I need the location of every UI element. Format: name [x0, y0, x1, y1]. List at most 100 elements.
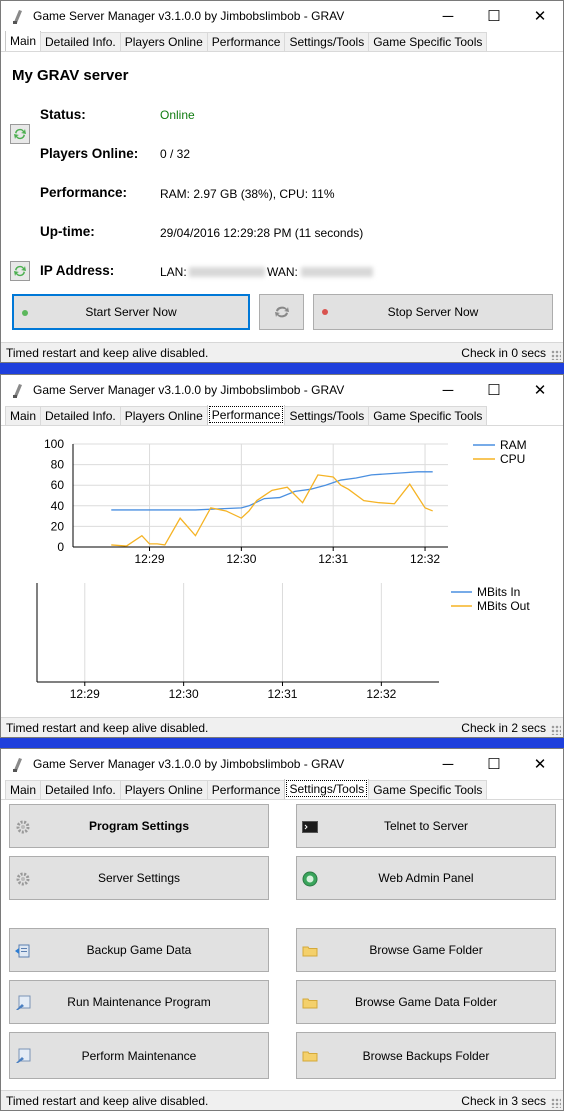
close-icon[interactable]: ✕: [517, 1, 563, 31]
tab-settings-tools[interactable]: Settings/Tools: [284, 778, 370, 799]
backup-icon: [15, 944, 30, 958]
resize-grip-icon[interactable]: [551, 350, 561, 360]
program-settings-label: Program Settings: [88, 819, 190, 833]
server-name: My GRAV server: [12, 67, 129, 84]
y-tick-label: 20: [51, 519, 65, 533]
y-tick-label: 80: [51, 458, 65, 472]
minimize-icon[interactable]: ─: [425, 749, 471, 779]
terminal-icon: [302, 821, 318, 833]
gear-icon: [16, 872, 30, 886]
run-maintenance-program-button[interactable]: Run Maintenance Program: [9, 980, 269, 1024]
uptime-label: Up-time:: [40, 224, 95, 239]
legend-label: MBits In: [477, 585, 520, 599]
browse-game-data-folder-button[interactable]: Browse Game Data Folder: [296, 980, 556, 1024]
tab-performance[interactable]: Performance: [206, 404, 286, 425]
refresh-ip-icon[interactable]: [10, 261, 30, 281]
program-settings-button[interactable]: Program Settings: [9, 804, 269, 848]
wan-address-redacted: [301, 267, 373, 277]
title-bar: Game Server Manager v3.1.0.0 by Jimbobsl…: [1, 749, 563, 779]
performance-value: RAM: 2.97 GB (38%), CPU: 11%: [160, 187, 335, 201]
y-tick-label: 100: [44, 437, 64, 451]
players-value: 0 / 32: [160, 147, 191, 161]
network-chart: 12:29 12:30 12:31 12:32 MBits InMBits Out: [36, 583, 530, 701]
resize-grip-icon[interactable]: [551, 725, 561, 735]
tab-main[interactable]: Main: [5, 406, 42, 425]
maintenance-icon: [16, 995, 31, 1010]
minimize-icon[interactable]: ─: [425, 1, 471, 31]
browse-game-data-folder-label: Browse Game Data Folder: [354, 995, 498, 1009]
status-value: Online: [160, 108, 195, 122]
status-bar: Timed restart and keep alive disabled. C…: [1, 342, 563, 362]
minimize-icon[interactable]: ─: [425, 375, 471, 405]
tab-detailed-info[interactable]: Detailed Info.: [40, 780, 121, 799]
web-admin-panel-button[interactable]: Web Admin Panel: [296, 856, 556, 900]
browse-backups-folder-label: Browse Backups Folder: [362, 1048, 490, 1063]
folder-icon: [302, 998, 318, 1009]
tab-players-online[interactable]: Players Online: [119, 32, 208, 51]
lan-label: LAN:: [160, 265, 187, 279]
tab-strip: Main Detailed Info. Players Online Perfo…: [1, 778, 563, 800]
perform-maintenance-label: Perform Maintenance: [81, 1048, 197, 1063]
start-server-button[interactable]: Start Server Now: [12, 294, 250, 330]
tab-detailed-info[interactable]: Detailed Info.: [40, 32, 121, 51]
tab-players-online[interactable]: Players Online: [119, 780, 208, 799]
close-icon[interactable]: ✕: [517, 749, 563, 779]
browse-game-folder-button[interactable]: Browse Game Folder: [296, 928, 556, 972]
refresh-status-icon[interactable]: [10, 124, 30, 144]
globe-icon: [302, 871, 318, 887]
maximize-icon[interactable]: ☐: [471, 749, 517, 779]
server-settings-label: Server Settings: [97, 871, 181, 885]
statusbar-check: Check in 3 secs: [461, 1093, 546, 1108]
telnet-to-server-button[interactable]: Telnet to Server: [296, 804, 556, 848]
start-status-icon: [22, 310, 28, 316]
browse-backups-folder-button[interactable]: Browse Backups Folder: [296, 1032, 556, 1079]
legend-label: CPU: [500, 452, 525, 466]
x-tick-label: 12:32: [410, 552, 440, 566]
y-tick-label: 60: [51, 478, 65, 492]
close-icon[interactable]: ✕: [517, 375, 563, 405]
lan-address-redacted: [189, 267, 265, 277]
x-tick-label: 12:32: [366, 687, 396, 701]
statusbar-message: Timed restart and keep alive disabled.: [6, 1093, 209, 1108]
tab-main[interactable]: Main: [5, 30, 42, 51]
tab-settings-tools[interactable]: Settings/Tools: [284, 32, 370, 51]
tab-settings-tools[interactable]: Settings/Tools: [284, 406, 370, 425]
server-settings-button[interactable]: Server Settings: [9, 856, 269, 900]
refresh-icon: [274, 306, 289, 318]
tab-performance[interactable]: Performance: [206, 32, 286, 51]
tab-performance[interactable]: Performance: [206, 780, 286, 799]
telnet-to-server-label: Telnet to Server: [383, 819, 469, 833]
performance-label: Performance:: [40, 185, 128, 200]
tab-game-specific-tools[interactable]: Game Specific Tools: [368, 780, 488, 799]
refresh-server-button[interactable]: [259, 294, 304, 330]
x-tick-label: 12:31: [267, 687, 297, 701]
tab-game-specific-tools[interactable]: Game Specific Tools: [368, 32, 488, 51]
tab-detailed-info[interactable]: Detailed Info.: [40, 406, 121, 425]
tab-players-online[interactable]: Players Online: [119, 406, 208, 425]
wan-label: WAN:: [267, 265, 298, 279]
tab-game-specific-tools[interactable]: Game Specific Tools: [368, 406, 488, 425]
legend-label: MBits Out: [477, 599, 530, 613]
performance-window: Game Server Manager v3.1.0.0 by Jimbobsl…: [0, 374, 564, 738]
resize-grip-icon[interactable]: [551, 1098, 561, 1108]
maximize-icon[interactable]: ☐: [471, 375, 517, 405]
backup-game-data-button[interactable]: Backup Game Data: [9, 928, 269, 972]
statusbar-check: Check in 2 secs: [461, 720, 546, 735]
y-tick-label: 0: [57, 540, 64, 554]
backup-game-data-label: Backup Game Data: [86, 943, 192, 957]
stop-server-button[interactable]: Stop Server Now: [313, 294, 553, 330]
maximize-icon[interactable]: ☐: [471, 1, 517, 31]
app-icon: [13, 384, 22, 398]
folder-icon: [302, 946, 318, 957]
app-icon: [13, 758, 22, 772]
status-label: Status:: [40, 107, 86, 122]
perform-maintenance-button[interactable]: Perform Maintenance: [9, 1032, 269, 1079]
window-title: Game Server Manager v3.1.0.0 by Jimbobsl…: [33, 757, 345, 771]
window-title: Game Server Manager v3.1.0.0 by Jimbobsl…: [33, 9, 345, 23]
stop-status-icon: [322, 309, 328, 315]
maintenance-icon: [16, 1048, 31, 1063]
statusbar-message: Timed restart and keep alive disabled.: [6, 720, 209, 735]
tab-main[interactable]: Main: [5, 780, 42, 799]
folder-icon: [302, 1051, 318, 1062]
x-tick-label: 12:30: [226, 552, 256, 566]
